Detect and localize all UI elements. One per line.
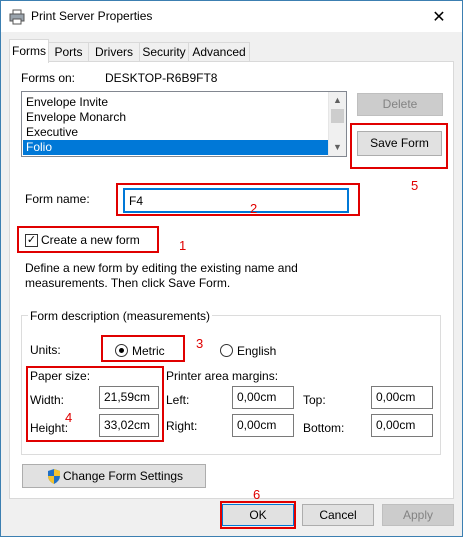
close-icon: ✕ [432,8,446,26]
top-margin-input[interactable]: 0,00cm [371,386,433,409]
annotation-box-6 [220,501,296,529]
tab-advanced[interactable]: Advanced [188,42,250,62]
annotation-box-3 [101,335,185,362]
tab-label: Ports [54,45,83,59]
top-label: Top: [303,393,326,407]
right-margin-input[interactable]: 0,00cm [232,414,294,437]
tab-label: Forms [12,44,46,58]
shield-icon [48,469,60,484]
tab-drivers[interactable]: Drivers [88,42,140,62]
change-form-settings-button[interactable]: Change Form Settings [22,464,206,488]
delete-button[interactable]: Delete [357,93,443,116]
description-text: Define a new form by editing the existin… [25,261,298,290]
scrollbar-thumb[interactable] [331,109,344,123]
forms-list[interactable]: Envelope Invite Envelope Monarch Executi… [21,91,347,157]
units-label: Units: [30,343,61,357]
list-item-selected[interactable]: Folio [23,140,332,155]
annotation-number-1: 1 [179,238,187,253]
list-item[interactable]: Envelope Monarch [23,110,332,125]
annotation-number-5: 5 [411,178,419,193]
bottom-margin-input[interactable]: 0,00cm [371,414,433,437]
form-description-title: Form description (measurements) [28,309,213,323]
tab-security[interactable]: Security [139,42,189,62]
list-scrollbar[interactable]: ▲ ▼ [328,92,346,156]
title-bar: Print Server Properties ✕ [1,1,462,32]
left-label: Left: [166,393,190,407]
change-form-settings-label: Change Form Settings [63,469,184,483]
bottom-label: Bottom: [303,421,345,435]
annotation-box-5 [350,123,448,169]
printer-margins-label: Printer area margins: [166,369,279,383]
cancel-button[interactable]: Cancel [302,504,374,526]
apply-button[interactable]: Apply [382,504,454,526]
scroll-down-icon[interactable]: ▼ [329,139,346,156]
server-name: DESKTOP-R6B9FT8 [105,71,218,85]
list-item[interactable]: Executive [23,125,332,140]
annotation-box-1 [17,226,159,253]
printer-icon [9,9,25,25]
english-label[interactable]: English [237,344,276,358]
tab-forms[interactable]: Forms [9,39,49,63]
form-name-label: Form name: [25,192,90,206]
list-item[interactable]: Envelope Invite [23,95,332,110]
tab-label: Drivers [95,45,133,59]
tab-label: Advanced [192,45,246,59]
annotation-number-6: 6 [253,487,261,502]
left-margin-input[interactable]: 0,00cm [232,386,294,409]
annotation-number-3: 3 [196,336,204,351]
tab-ports[interactable]: Ports [48,42,89,62]
english-radio[interactable] [220,344,233,357]
forms-on-label: Forms on: [21,71,76,85]
annotation-number-2: 2 [250,201,258,216]
window-title: Print Server Properties [31,9,153,23]
print-server-properties-window: Print Server Properties ✕ Forms Ports Dr… [0,0,463,537]
close-button[interactable]: ✕ [416,1,462,32]
tab-label: Security [142,45,186,59]
annotation-number-4: 4 [65,410,73,425]
annotation-box-2 [116,183,360,216]
scroll-up-icon[interactable]: ▲ [329,92,346,109]
right-label: Right: [166,419,198,433]
annotation-box-4 [26,366,164,442]
